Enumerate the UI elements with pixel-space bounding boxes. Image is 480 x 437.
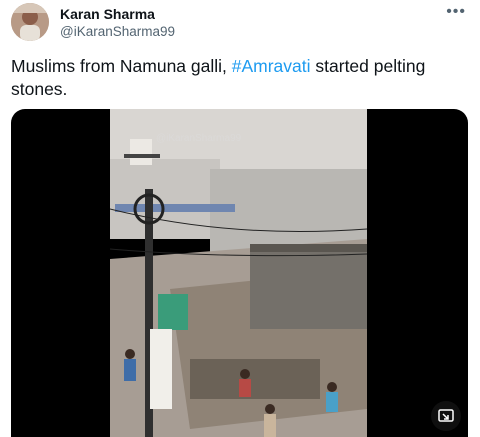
- avatar-image: [11, 3, 49, 41]
- picture-in-picture-button[interactable]: [431, 401, 461, 431]
- tweet-card: Karan Sharma @iKaranSharma99 ••• Muslims…: [0, 0, 480, 437]
- tweet-text-part: Muslims from Namuna galli,: [11, 56, 232, 76]
- avatar[interactable]: [11, 3, 49, 41]
- author-name[interactable]: Karan Sharma: [60, 6, 155, 22]
- tweet-text: Muslims from Namuna galli, #Amravati sta…: [11, 55, 471, 101]
- author-handle[interactable]: @iKaranSharma99: [60, 24, 175, 39]
- video-watermark: @iKaranSharma99: [156, 133, 242, 144]
- more-options-button[interactable]: •••: [446, 3, 466, 21]
- video-player[interactable]: @iKaranSharma99: [11, 109, 468, 437]
- video-frame: [110, 109, 367, 437]
- picture-in-picture-icon: [438, 409, 454, 422]
- hashtag-link[interactable]: #Amravati: [232, 56, 311, 76]
- more-horizontal-icon: •••: [446, 3, 466, 20]
